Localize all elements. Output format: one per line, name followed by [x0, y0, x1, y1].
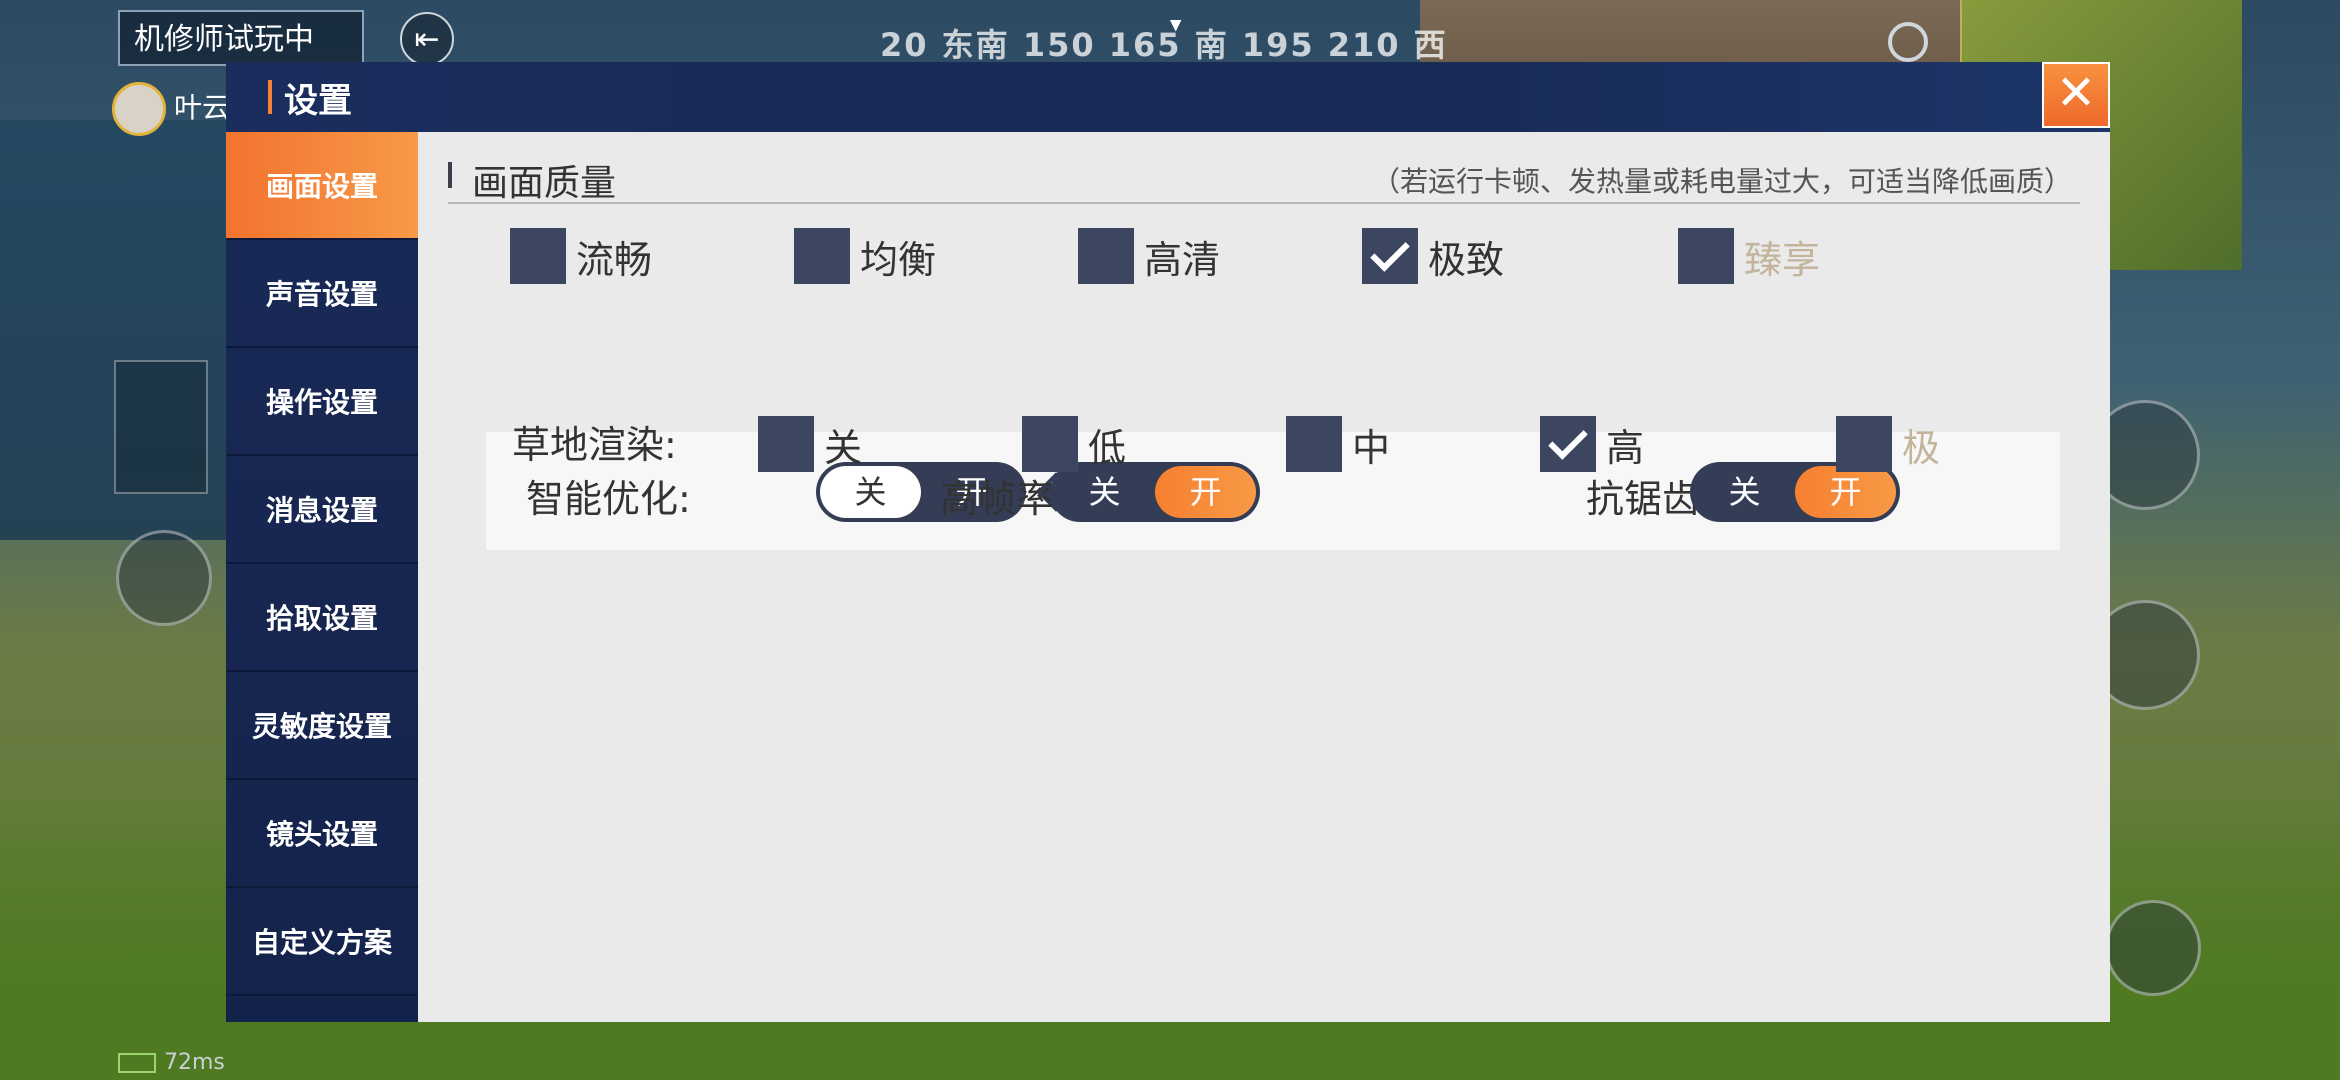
- sidebar-item-controls[interactable]: 操作设置: [226, 348, 418, 456]
- quality-option[interactable]: 极致: [1362, 228, 1504, 284]
- option-label: 关: [824, 425, 863, 470]
- checkbox[interactable]: [510, 228, 566, 284]
- dialog-title: 设置: [284, 81, 352, 121]
- checkbox-checked[interactable]: [1540, 416, 1596, 472]
- option-label: 高清: [1144, 237, 1221, 282]
- ping-text: 72ms: [164, 1050, 225, 1075]
- checkbox[interactable]: [1678, 228, 1734, 284]
- checkbox[interactable]: [1836, 416, 1892, 472]
- checkbox[interactable]: [1078, 228, 1134, 284]
- quality-option[interactable]: 臻享: [1678, 228, 1820, 284]
- exit-icon[interactable]: ⇤: [400, 12, 454, 66]
- quality-option[interactable]: 均衡: [794, 228, 936, 284]
- close-button[interactable]: ✕: [2042, 62, 2110, 128]
- weapon-slots[interactable]: [114, 360, 208, 494]
- option-label: 流畅: [576, 237, 653, 282]
- grass-option[interactable]: 中: [1286, 416, 1390, 472]
- sidebar-item-pickup[interactable]: 拾取设置: [226, 564, 418, 672]
- option-label: 均衡: [860, 237, 937, 282]
- settings-sidebar: 画面设置 声音设置 操作设置 消息设置 拾取设置 灵敏度设置 镜头设置 自定义方…: [226, 132, 418, 1022]
- option-label: 低: [1088, 425, 1127, 470]
- grass-option[interactable]: 高: [1540, 416, 1644, 472]
- option-label: 极致: [1428, 237, 1505, 282]
- smart-opt-label: 智能优化:: [526, 477, 691, 521]
- mode-label: 机修师试玩中: [118, 10, 364, 66]
- sidebar-item-messages[interactable]: 消息设置: [226, 456, 418, 564]
- close-icon: ✕: [2055, 65, 2097, 121]
- checkbox[interactable]: [758, 416, 814, 472]
- high-fps-label: 高帧率:: [940, 477, 1067, 521]
- section-mark: [448, 162, 452, 188]
- battery-icon: [118, 1053, 156, 1073]
- option-label: 臻享: [1744, 237, 1821, 282]
- grass-option[interactable]: 极: [1836, 416, 1940, 472]
- option-label: 中: [1352, 425, 1391, 470]
- quality-option[interactable]: 流畅: [510, 228, 652, 284]
- compass: 20 东南 150 165 南 195 210 西 ▼: [880, 20, 1480, 64]
- grass-option[interactable]: 低: [1022, 416, 1126, 472]
- title-accent: [268, 80, 272, 114]
- section-title: 画面质量: [472, 163, 617, 204]
- checkbox[interactable]: [794, 228, 850, 284]
- quality-option[interactable]: 高清: [1078, 228, 1220, 284]
- settings-dialog: 设置 ✕ 画面设置 声音设置 操作设置 消息设置 拾取设置 灵敏度设置 镜头设置…: [226, 62, 2110, 1022]
- option-label: 极: [1902, 425, 1941, 470]
- backpack-button[interactable]: [116, 530, 212, 626]
- avatar: [112, 82, 166, 136]
- sidebar-item-camera[interactable]: 镜头设置: [226, 780, 418, 888]
- checkbox[interactable]: [1022, 416, 1078, 472]
- player-name: 叶云: [174, 91, 231, 124]
- sidebar-item-custom[interactable]: 自定义方案: [226, 888, 418, 996]
- option-label: 高: [1606, 425, 1645, 470]
- sidebar-item-sound[interactable]: 声音设置: [226, 240, 418, 348]
- quality-presets: 流畅 均衡 高清 极致 臻享: [418, 228, 2110, 288]
- sidebar-item-sensitivity[interactable]: 灵敏度设置: [226, 672, 418, 780]
- gear-icon[interactable]: [1888, 22, 1928, 62]
- checkbox-checked[interactable]: [1362, 228, 1418, 284]
- section-note: （若运行卡顿、发热量或耗电量过大，可适当降低画质）: [1371, 165, 2072, 198]
- checkbox[interactable]: [1286, 416, 1342, 472]
- sidebar-item-display[interactable]: 画面设置: [226, 132, 418, 240]
- grass-render-options: 关 低 中 高 极: [418, 416, 2110, 476]
- grass-option[interactable]: 关: [758, 416, 862, 472]
- section-header: 画面质量 （若运行卡顿、发热量或耗电量过大，可适当降低画质）: [448, 146, 2080, 204]
- compass-text: 20 东南 150 165 南 195 210 西: [880, 26, 1448, 64]
- dialog-header: 设置 ✕: [226, 62, 2110, 132]
- network-status: 72ms: [118, 1050, 225, 1075]
- action-button[interactable]: [2105, 900, 2201, 996]
- compass-pointer-icon: ▼: [1168, 20, 1186, 34]
- settings-content: 画面质量 （若运行卡顿、发热量或耗电量过大，可适当降低画质） 流畅 均衡 高清 …: [418, 132, 2110, 1022]
